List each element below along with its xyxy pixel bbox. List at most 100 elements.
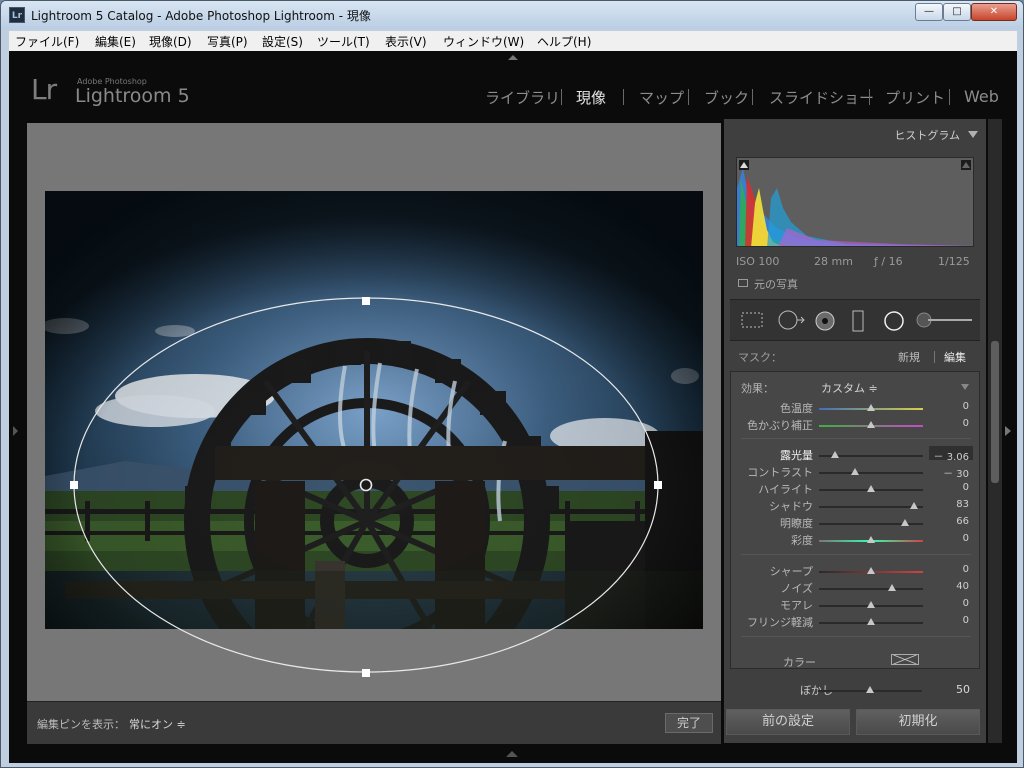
title-bar[interactable]: Lr Lightroom 5 Catalog - Adobe Photoshop… (1, 1, 1023, 29)
slider-feather[interactable]: ぼかし 50 (724, 681, 986, 699)
effect-preset-dropdown[interactable]: カスタム ≑ (821, 380, 878, 396)
noise-knob[interactable] (887, 584, 896, 591)
shadows-track[interactable] (819, 506, 923, 508)
scrollbar-thumb[interactable] (991, 341, 999, 483)
moire-knob[interactable] (867, 601, 875, 608)
module-slideshow[interactable]: スライドショー (769, 87, 874, 108)
close-button[interactable]: ✕ (971, 3, 1017, 21)
slider-clarity[interactable]: 明瞭度 66 (731, 515, 981, 532)
slider-defringe[interactable]: フリンジ軽減 0 (731, 614, 981, 631)
spot-removal-tool-icon[interactable] (776, 310, 806, 330)
slider-saturation[interactable]: 彩度 0 (731, 532, 981, 549)
menu-view[interactable]: 表示(V) (385, 33, 427, 50)
saturation-value[interactable]: 0 (963, 533, 969, 544)
tint-knob[interactable] (867, 421, 875, 428)
histogram-title[interactable]: ヒストグラム (894, 127, 960, 143)
shadows-label: シャドウ (769, 500, 813, 513)
minimize-button[interactable]: — (915, 3, 943, 21)
maximize-button[interactable]: □ (943, 3, 971, 21)
contrast-knob[interactable] (851, 468, 860, 475)
radial-filter-overlay[interactable] (27, 123, 721, 701)
sharpness-knob[interactable] (867, 567, 875, 574)
top-panel-toggle-icon[interactable] (508, 55, 518, 60)
menu-settings[interactable]: 設定(S) (262, 33, 303, 50)
slider-exposure[interactable]: 露光量 － 3.06 (731, 446, 981, 464)
slider-moire[interactable]: モアレ 0 (731, 597, 981, 614)
defringe-value[interactable]: 0 (963, 615, 969, 626)
menu-window[interactable]: ウィンドウ(W) (443, 33, 524, 50)
module-develop[interactable]: 現像 (576, 87, 606, 108)
menu-help[interactable]: ヘルプ(H) (537, 33, 591, 50)
module-map[interactable]: マップ (639, 87, 684, 108)
module-print[interactable]: プリント (885, 87, 945, 108)
color-swatch-empty-icon[interactable] (891, 654, 919, 665)
histogram-graph (737, 158, 973, 246)
left-panel-toggle-icon[interactable] (13, 426, 18, 436)
highlights-knob[interactable] (867, 485, 875, 492)
slider-shadows[interactable]: シャドウ 83 (731, 498, 981, 515)
exposure-value[interactable]: － 3.06 (934, 448, 969, 463)
shadow-clipping-icon[interactable] (739, 160, 749, 170)
highlight-clipping-icon[interactable] (961, 160, 971, 170)
exposure-label: 露光量 (780, 449, 813, 462)
radial-handle-right (654, 481, 662, 489)
noise-track[interactable] (819, 588, 923, 590)
mask-new-button[interactable]: 新規 (898, 349, 920, 365)
module-library[interactable]: ライブラリ (485, 87, 560, 108)
slider-noise[interactable]: ノイズ 40 (731, 580, 981, 597)
contrast-track[interactable] (819, 472, 923, 474)
original-photo-checkbox[interactable] (738, 279, 748, 287)
mask-edit-button[interactable]: 編集 (944, 349, 966, 365)
feather-value[interactable]: 50 (956, 683, 970, 696)
menu-photo[interactable]: 写真(P) (207, 33, 248, 50)
image-canvas[interactable] (27, 123, 721, 701)
saturation-label: 彩度 (791, 534, 813, 547)
effect-label: 効果： (741, 382, 774, 395)
noise-label: ノイズ (780, 582, 813, 595)
panel-scrollbar[interactable] (988, 119, 1002, 743)
clarity-knob[interactable] (901, 519, 910, 526)
highlights-value[interactable]: 0 (963, 482, 969, 493)
tint-value[interactable]: 0 (963, 418, 969, 429)
temp-knob[interactable] (867, 404, 875, 411)
contrast-value[interactable]: － 30 (943, 465, 969, 480)
slider-tint[interactable]: 色かぶり補正 0 (731, 417, 981, 434)
previous-settings-button[interactable]: 前の設定 (726, 709, 850, 735)
crop-tool-icon[interactable] (740, 310, 764, 330)
moire-value[interactable]: 0 (963, 598, 969, 609)
slider-temp[interactable]: 色温度 0 (731, 400, 981, 417)
shadows-knob[interactable] (910, 502, 919, 509)
edit-pin-dropdown[interactable]: 常にオン ≑ (129, 716, 186, 732)
exposure-knob[interactable] (830, 451, 839, 458)
radial-filter-tool-icon[interactable] (882, 310, 906, 332)
clarity-value[interactable]: 66 (956, 516, 969, 527)
adjustment-brush-tool-icon[interactable] (916, 310, 974, 330)
module-web[interactable]: Web (964, 87, 999, 106)
red-eye-tool-icon[interactable] (814, 310, 836, 332)
filmstrip-toggle-icon[interactable] (506, 751, 518, 757)
menu-develop[interactable]: 現像(D) (149, 33, 192, 50)
menu-tools[interactable]: ツール(T) (317, 33, 370, 50)
slider-sharpness[interactable]: シャープ 0 (731, 563, 981, 580)
effect-collapse-icon[interactable] (961, 384, 969, 390)
histogram-display[interactable] (736, 157, 974, 247)
sharpness-value[interactable]: 0 (963, 564, 969, 575)
reset-button[interactable]: 初期化 (856, 709, 980, 735)
clarity-label: 明瞭度 (780, 517, 813, 530)
shadows-value[interactable]: 83 (956, 499, 969, 510)
feather-knob[interactable] (866, 686, 874, 693)
slider-contrast[interactable]: コントラスト － 30 (731, 464, 981, 481)
temp-value[interactable]: 0 (963, 401, 969, 412)
graduated-filter-tool-icon[interactable] (850, 310, 866, 332)
noise-value[interactable]: 40 (956, 581, 969, 592)
menu-file[interactable]: ファイル(F) (15, 33, 79, 50)
saturation-knob[interactable] (867, 536, 875, 543)
collapse-triangle-icon[interactable] (968, 131, 978, 138)
defringe-label: フリンジ軽減 (747, 616, 813, 629)
done-button[interactable]: 完了 (665, 713, 713, 733)
menu-edit[interactable]: 編集(E) (95, 33, 136, 50)
slider-highlights[interactable]: ハイライト 0 (731, 481, 981, 498)
module-book[interactable]: ブック (704, 87, 749, 108)
right-panel-toggle-icon[interactable] (1005, 426, 1011, 436)
defringe-knob[interactable] (867, 618, 875, 625)
